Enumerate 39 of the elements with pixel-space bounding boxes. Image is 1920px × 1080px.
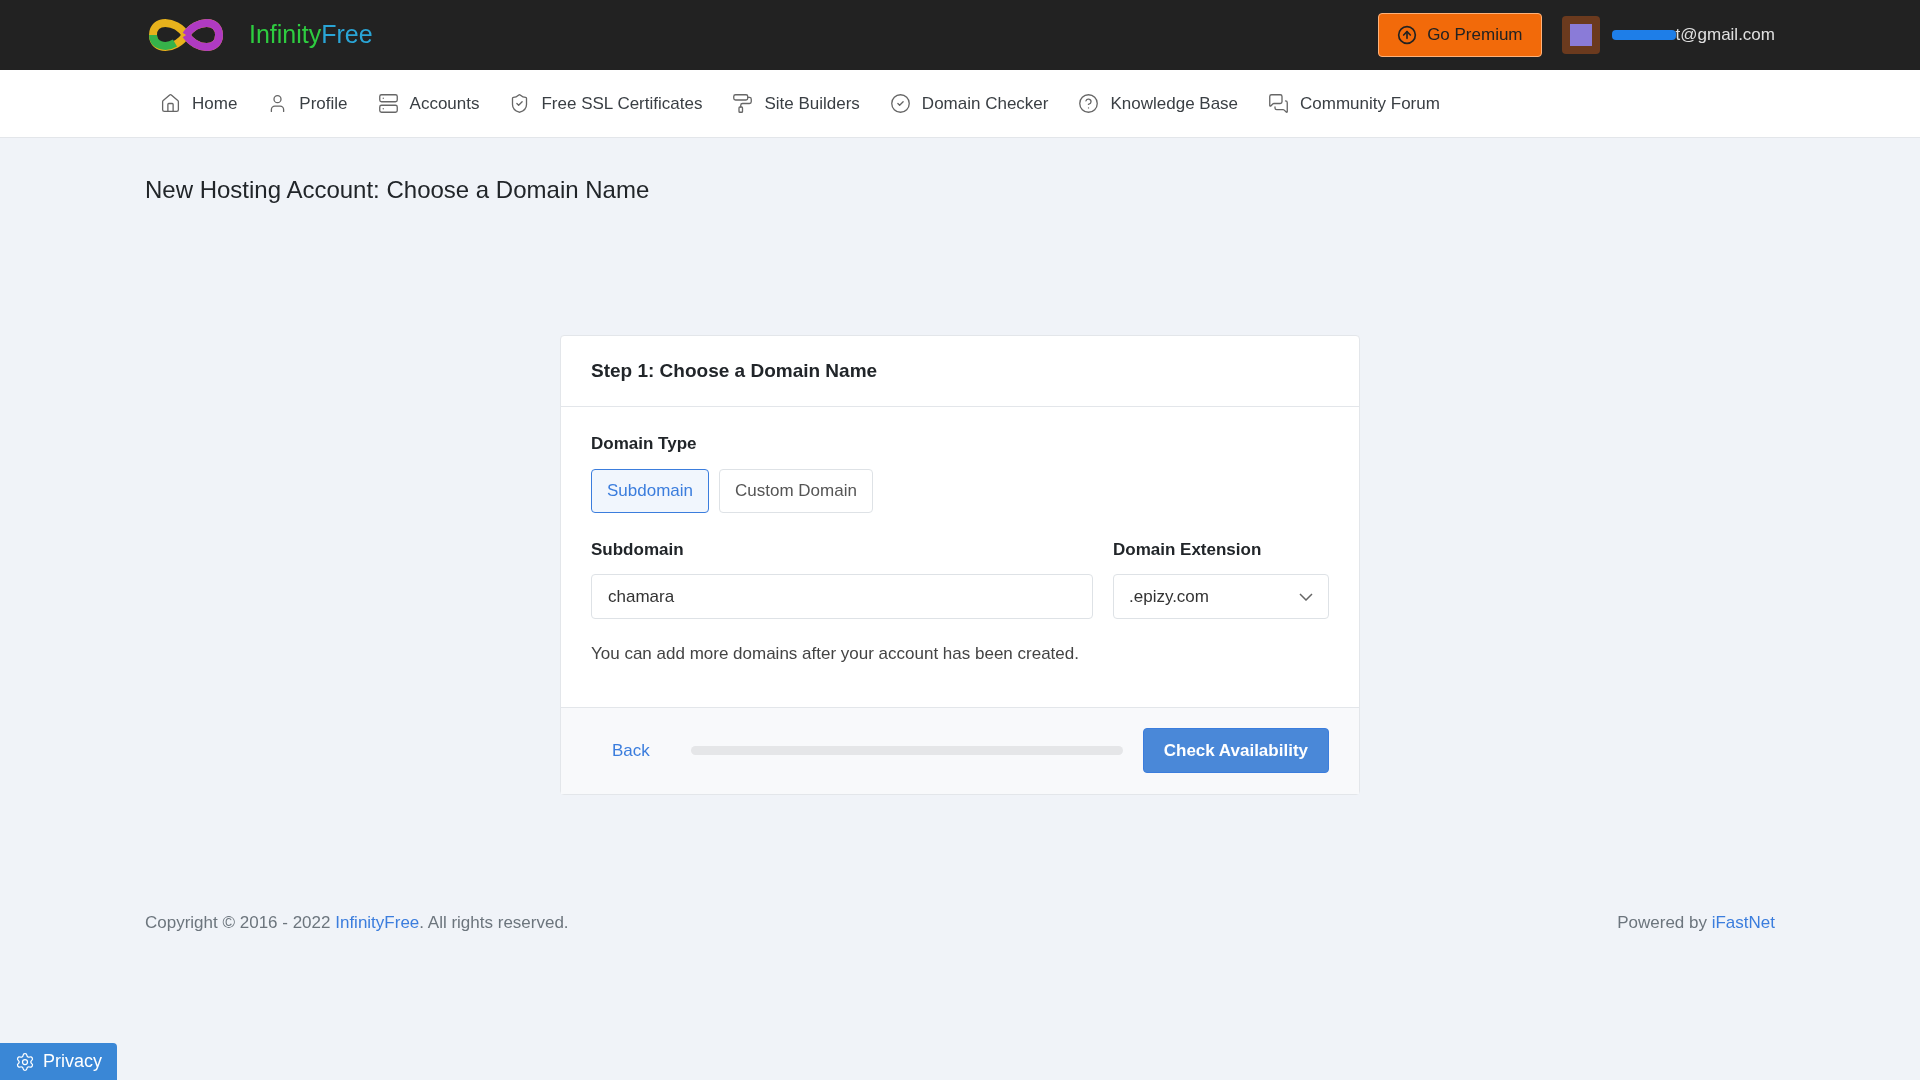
paint-roller-icon [732,93,754,114]
infinityfree-link[interactable]: InfinityFree [335,912,420,932]
nav-link[interactable]: Accounts [377,90,480,117]
domain-type-label: Domain Type [591,433,698,455]
chat-icon [1268,93,1290,114]
brand-name[interactable]: InfinityFree [249,16,373,54]
settings-icon [15,1051,35,1072]
arrow-up-circle-icon [1397,25,1418,45]
privacy-button[interactable]: Privacy [0,1043,117,1080]
back-link[interactable]: Back [591,737,671,764]
chevron-down-icon [1299,592,1313,601]
hint-text: You can add more domains after your account has been created. [591,643,1080,665]
nav-link[interactable]: Home [160,90,238,117]
nav-link[interactable]: Knowledge Base [1078,90,1239,117]
subdomain-label: Subdomain [591,538,685,561]
user-email[interactable]: t@gmail.com [1675,22,1775,48]
check-availability-button[interactable]: Check Availability [1142,728,1329,773]
page-title: New Hosting Account: Choose a Domain Name [145,175,651,205]
nav-link[interactable]: Domain Checker [889,90,1049,117]
subdomain-input[interactable]: chamara [591,574,1093,619]
server-icon [377,93,399,114]
avatar[interactable] [1561,16,1600,54]
nav-link[interactable]: Free SSL Certificates [509,90,703,117]
nav-link[interactable]: Community Forum [1268,90,1440,117]
powered-by-text: Powered by iFastNet [1617,911,1775,934]
domain-extension-select[interactable]: .epizy.com [1113,574,1329,619]
nav-link[interactable]: Site Builders [732,90,860,117]
go-premium-button[interactable]: Go Premium [1378,13,1542,57]
redaction-mark [1611,30,1676,40]
domain-type-toggle[interactable]: Custom Domain [719,468,873,513]
help-icon [1078,93,1100,114]
check-circle-icon [889,93,911,114]
ifastnet-link[interactable]: iFastNet [1711,912,1775,932]
domain-type-toggle[interactable]: Subdomain [591,468,709,513]
nav-link[interactable]: Profile [267,90,348,117]
domain-extension-label: Domain Extension [1113,538,1263,561]
card-title: Step 1: Choose a Domain Name [591,358,878,383]
copyright-text: Copyright © 2016 - 2022 InfinityFree. All rights reserved. [145,911,569,934]
home-icon [160,93,181,114]
